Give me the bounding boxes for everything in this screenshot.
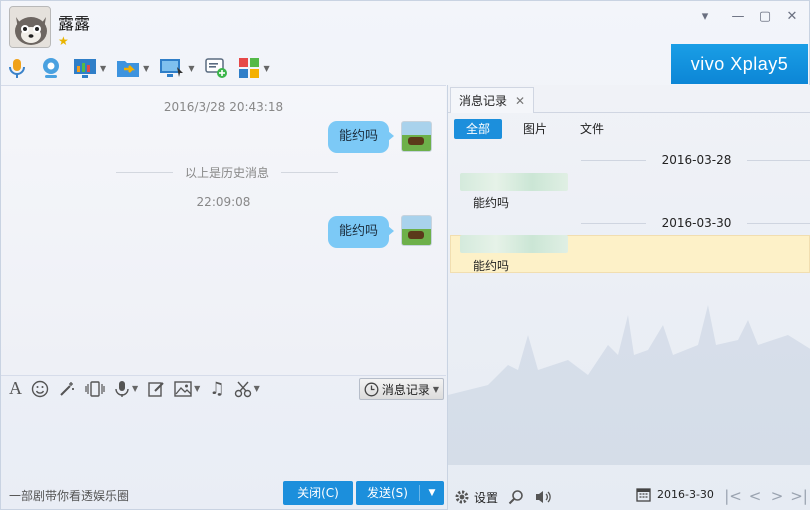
- message-record-button[interactable]: 消息记录 ▼: [358, 378, 444, 400]
- my-avatar[interactable]: [401, 121, 432, 152]
- chat-window: 露露 ★ ▾ — ▢ ✕ ▼ ▼ ▼ ▼ vivo Xplay5 2016/3/…: [0, 0, 810, 510]
- tab-message-record[interactable]: 消息记录 ✕: [450, 87, 535, 113]
- history-message-text[interactable]: 能约吗: [473, 194, 509, 211]
- star-icon[interactable]: ★: [58, 34, 69, 48]
- remote-assist-icon[interactable]: ▼: [159, 57, 194, 79]
- chat-messages: 2016/3/28 20:43:18 能约吗 以上是历史消息 22:09:08 …: [1, 85, 446, 375]
- apps-icon[interactable]: ▼: [238, 57, 270, 79]
- chevron-down-icon[interactable]: ▼: [254, 384, 260, 393]
- music-icon[interactable]: ♫: [209, 379, 224, 399]
- next-page-icon[interactable]: >: [766, 487, 788, 505]
- calendar-icon: [636, 488, 651, 502]
- last-page-icon[interactable]: >|: [788, 487, 810, 505]
- filter-all[interactable]: 全部: [454, 119, 503, 139]
- input-toolbar: A ▼ ▼ ♫ ▼ 消息记录 ▼: [1, 375, 446, 401]
- speaker-icon[interactable]: [534, 489, 552, 505]
- screen-share-icon[interactable]: ▼: [73, 57, 106, 79]
- close-icon[interactable]: ✕: [782, 7, 802, 27]
- message-bubble[interactable]: 能约吗: [327, 121, 395, 153]
- voice-call-icon[interactable]: [5, 56, 29, 80]
- history-pager: |< < > >|: [722, 487, 810, 505]
- edit-icon[interactable]: [147, 380, 165, 398]
- minimize-icon[interactable]: —: [728, 7, 748, 27]
- gear-icon: [455, 490, 469, 504]
- message-timestamp: 22:09:08: [196, 195, 251, 209]
- bottom-bar: 一部剧带你看透娱乐圈 关闭(C) 发送(S) ▼: [1, 479, 446, 510]
- header: 露露 ★ ▾ — ▢ ✕ ▼ ▼ ▼ ▼ vivo Xplay5: [1, 1, 810, 85]
- promo-link[interactable]: 一部剧带你看透娱乐圈: [9, 487, 129, 504]
- send-label: 发送(S): [367, 486, 408, 500]
- search-icon[interactable]: [508, 489, 524, 505]
- history-separator: 以上是历史消息: [116, 164, 339, 181]
- create-group-icon[interactable]: [204, 56, 228, 80]
- chevron-down-icon[interactable]: ▼: [143, 64, 149, 73]
- chevron-down-icon[interactable]: ▼: [100, 64, 106, 73]
- my-avatar[interactable]: [401, 215, 432, 246]
- font-icon[interactable]: A: [9, 378, 22, 399]
- settings-button[interactable]: 设置: [454, 489, 498, 506]
- voice-msg-icon[interactable]: ▼: [114, 380, 138, 398]
- sender-name-blurred: [460, 235, 568, 253]
- message-timestamp: 2016/3/28 20:43:18: [163, 100, 284, 114]
- history-footer: 设置 2016-3-30 |< < > >|: [448, 483, 810, 510]
- magic-icon[interactable]: [58, 380, 76, 398]
- history-tab-bar: 消息记录 ✕: [448, 85, 810, 113]
- date-value: 2016-3-30: [657, 488, 714, 501]
- settings-label: 设置: [474, 490, 499, 505]
- date-picker[interactable]: 2016-3-30: [636, 487, 714, 502]
- history-date-header: 2016-03-30: [581, 214, 810, 232]
- screenshot-icon[interactable]: ▼: [234, 380, 260, 398]
- video-call-icon[interactable]: [39, 56, 63, 80]
- history-panel: 消息记录 ✕ 全部 图片 文件 2016-03-28 能约吗 2016-03-3…: [447, 85, 810, 510]
- file-transfer-icon[interactable]: ▼: [116, 57, 149, 79]
- emoji-icon[interactable]: [31, 380, 49, 398]
- image-icon[interactable]: ▼: [174, 380, 200, 397]
- contact-avatar[interactable]: [9, 6, 51, 48]
- dropdown-icon[interactable]: ▾: [695, 7, 715, 27]
- history-message-text[interactable]: 能约吗: [473, 257, 509, 274]
- call-toolbar: ▼ ▼ ▼ ▼: [5, 55, 280, 81]
- message-input[interactable]: [1, 401, 446, 479]
- contact-name[interactable]: 露露: [58, 10, 90, 34]
- history-filter-tabs: 全部 图片 文件: [454, 119, 625, 139]
- close-icon[interactable]: ✕: [515, 94, 525, 108]
- message-record-label: 消息记录: [381, 382, 430, 397]
- chevron-down-icon[interactable]: ▼: [263, 64, 269, 73]
- filter-images[interactable]: 图片: [511, 119, 559, 139]
- chevron-down-icon[interactable]: ▼: [420, 481, 444, 505]
- clock-icon: [364, 382, 379, 396]
- prev-page-icon[interactable]: <: [744, 487, 766, 505]
- sender-name-blurred: [460, 173, 568, 191]
- message-bubble[interactable]: 能约吗: [327, 216, 395, 248]
- chevron-down-icon: ▼: [432, 384, 439, 394]
- filter-files[interactable]: 文件: [568, 119, 616, 139]
- send-button[interactable]: 发送(S) ▼: [356, 481, 444, 505]
- shake-icon[interactable]: [85, 380, 105, 398]
- chevron-down-icon[interactable]: ▼: [194, 384, 200, 393]
- chevron-down-icon[interactable]: ▼: [188, 64, 194, 73]
- skyline-background: [448, 305, 810, 465]
- close-button[interactable]: 关闭(C): [283, 481, 353, 505]
- chevron-down-icon[interactable]: ▼: [132, 384, 138, 393]
- ad-banner[interactable]: vivo Xplay5: [671, 44, 808, 84]
- first-page-icon[interactable]: |<: [722, 487, 744, 505]
- history-date-header: 2016-03-28: [581, 151, 810, 169]
- maximize-icon[interactable]: ▢: [755, 7, 775, 27]
